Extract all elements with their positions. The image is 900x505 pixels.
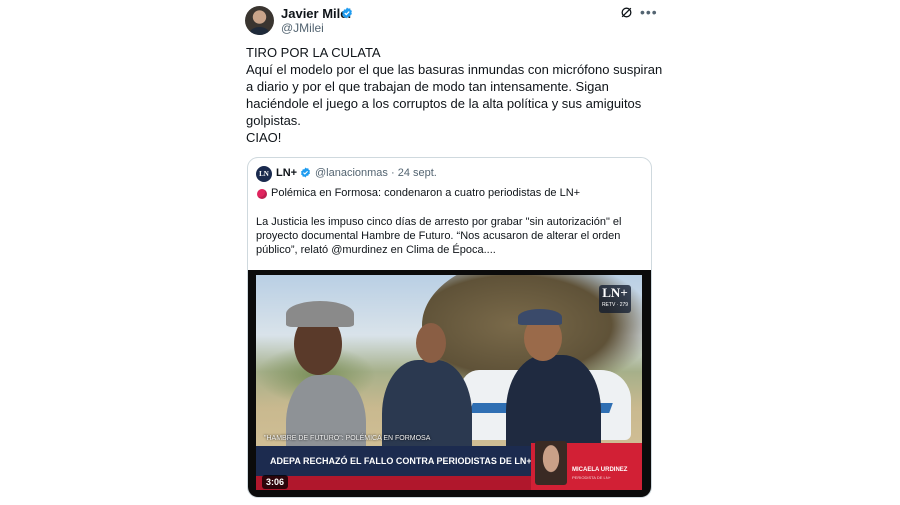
guest-name: MICAELA URDINEZ xyxy=(572,467,628,473)
quote-body: La Justicia les impuso cinco días de arr… xyxy=(256,215,646,257)
guest-role: PERIODISTA DE LN+ xyxy=(572,475,611,480)
channel-logo-badge: LN+ RETV · 279 xyxy=(599,285,631,313)
verified-badge-icon xyxy=(342,7,352,19)
quote-verified-badge-icon xyxy=(300,167,311,178)
quote-body-line: proyecto documental Hambre de Futuro. “N… xyxy=(256,230,621,242)
quote-author-logo[interactable]: LN xyxy=(256,166,272,182)
quote-author-name[interactable]: LN+ xyxy=(276,167,297,179)
red-circle-icon xyxy=(257,189,267,199)
tweet-line: golpistas. xyxy=(246,113,301,128)
quoted-tweet[interactable]: LN LN+ @lanacionmas · 24 sept. Polémica … xyxy=(247,157,652,498)
quote-body-line: público”, relató @murdinez en Clima de É… xyxy=(256,244,496,256)
quote-body-line: La Justicia les impuso cinco días de arr… xyxy=(256,216,622,228)
grok-icon[interactable] xyxy=(620,6,633,19)
thumbnail-person-1-cap xyxy=(286,301,354,327)
video-duration: 3:06 xyxy=(262,475,289,489)
author-avatar[interactable] xyxy=(245,6,274,35)
more-options-icon[interactable]: ••• xyxy=(640,4,658,20)
quote-author-handle[interactable]: @lanacionmas xyxy=(315,167,388,179)
tweet-line: a diario y por el que trabajan de modo t… xyxy=(246,79,609,94)
tweet-line: TIRO POR LA CULATA xyxy=(246,45,381,60)
quote-date[interactable]: · 24 sept. xyxy=(391,167,437,179)
segment-tag: "HAMBRE DE FUTURO": POLÉMICA EN FORMOSA xyxy=(264,435,431,442)
video-thumbnail[interactable]: LN+ RETV · 279 "HAMBRE DE FUTURO": POLÉM… xyxy=(256,275,642,490)
channel-logo-subtext: RETV · 279 xyxy=(601,302,629,308)
tweet-line: CIAO! xyxy=(246,130,282,145)
tweet-line: haciéndole el juego a los corruptos de l… xyxy=(246,96,642,111)
thumbnail-person-3-cap xyxy=(518,309,562,325)
news-ticker-text: ADEPA RECHAZÓ EL FALLO CONTRA PERIODISTA… xyxy=(270,456,532,466)
guest-avatar xyxy=(535,441,567,485)
author-handle[interactable]: @JMilei xyxy=(281,21,324,35)
channel-logo-text: LN+ xyxy=(602,285,628,300)
video-player[interactable]: LN+ RETV · 279 "HAMBRE DE FUTURO": POLÉM… xyxy=(248,270,651,497)
quote-headline: Polémica en Formosa: condenaron a cuatro… xyxy=(271,187,581,199)
tweet-line: Aquí el modelo por el que las basuras in… xyxy=(246,62,663,77)
thumbnail-person-2-head xyxy=(416,323,446,363)
tweet-text: TIRO POR LA CULATA Aquí el modelo por el… xyxy=(246,44,663,146)
quote-handle-date: @lanacionmas · 24 sept. xyxy=(315,167,437,179)
